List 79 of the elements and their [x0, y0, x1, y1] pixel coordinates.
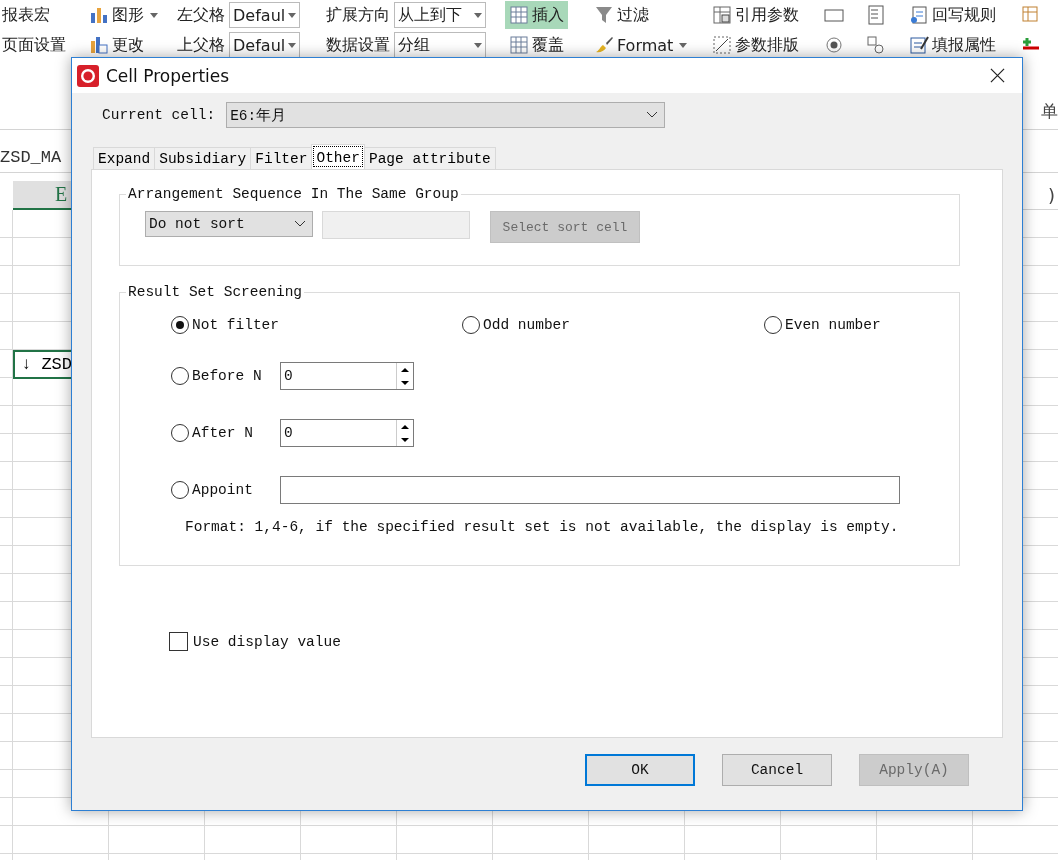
app-logo-icon [77, 64, 99, 87]
column-header[interactable]: ) [1047, 181, 1058, 210]
table-icon [509, 5, 530, 25]
table-icon [509, 35, 530, 55]
radio-button[interactable] [462, 316, 480, 334]
caret-icon [679, 42, 688, 48]
table-icon [1020, 5, 1041, 25]
caret-icon [288, 42, 297, 48]
ribbon-button[interactable]: 引用参数 [707, 1, 803, 29]
spin-down-icon[interactable] [400, 436, 410, 443]
dialog-title: Cell Properties [106, 65, 230, 86]
radio-button[interactable] [171, 424, 189, 442]
sort-cell-field[interactable] [322, 211, 470, 239]
radio-icon [824, 35, 844, 55]
chevron-down-icon [646, 111, 659, 119]
ribbon-button[interactable]: Format [590, 31, 692, 59]
dialog-button[interactable]: OK [585, 754, 695, 786]
caret-icon [288, 12, 297, 18]
layout-icon [711, 35, 732, 55]
radio-label[interactable]: Before N [192, 368, 262, 384]
close-icon[interactable] [990, 68, 1005, 83]
number-spinner[interactable]: 0 [280, 419, 414, 447]
ribbon-label: 上父格 [177, 34, 226, 56]
tab[interactable]: Page attribute [363, 147, 496, 169]
appoint-field[interactable] [280, 476, 900, 504]
radio-label[interactable]: After N [192, 425, 253, 441]
radio-label[interactable]: Even number [785, 317, 881, 333]
group-legend: Arrangement Sequence In The Same Group [126, 185, 461, 203]
ribbon-dropdown[interactable]: 从上到下 [394, 2, 487, 28]
spin-up-icon[interactable] [400, 423, 410, 430]
number-spinner[interactable]: 0 [280, 362, 414, 390]
ribbon-button[interactable]: 填报属性 [904, 31, 1000, 59]
tab[interactable]: Subsidiary [154, 147, 252, 169]
radio-label[interactable]: Odd number [483, 317, 570, 333]
ribbon-button[interactable]: 过滤 [590, 1, 653, 29]
name-box[interactable]: ZSD_MA [0, 135, 62, 167]
radio-label[interactable]: Appoint [192, 482, 253, 498]
format-note: Format: 1,4-6, if the specified result set is not available, the display is empty. [185, 519, 900, 535]
radio-button[interactable] [171, 316, 189, 334]
ribbon-label: 左父格 [177, 4, 226, 26]
list-icon [866, 5, 886, 25]
ribbon-dropdown[interactable]: Defaul [229, 2, 301, 28]
current-cell-select[interactable]: E6:年月 [226, 102, 666, 128]
funnel-icon [594, 5, 614, 25]
ribbon-label: 数据设置 [326, 34, 391, 56]
edit-chart-icon [88, 35, 109, 55]
caret-icon [474, 12, 483, 18]
spin-down-icon[interactable] [400, 379, 410, 386]
ribbon-label[interactable]: 页面设置 [2, 34, 66, 56]
caret-icon [149, 12, 158, 18]
brush-icon [594, 35, 614, 55]
spin-up-icon[interactable] [400, 366, 410, 373]
table-icon [711, 5, 732, 25]
tab[interactable]: Expand [93, 147, 156, 169]
form-icon [908, 35, 929, 55]
ribbon-button[interactable]: 更改 [84, 31, 148, 59]
ribbon-label: 扩展方向 [326, 4, 391, 26]
shapes-icon [866, 35, 886, 55]
current-cell-label: Current cell: [102, 107, 216, 123]
bar-chart-icon [88, 5, 109, 25]
radio-button[interactable] [764, 316, 782, 334]
ribbon-button[interactable]: 参数排版 [707, 31, 803, 59]
ribbon-button[interactable]: 回写规则 [904, 1, 1000, 29]
chevron-down-icon [294, 220, 306, 228]
ribbon-button[interactable]: 插入 [505, 1, 569, 29]
ribbon-group-label: 单 [1041, 101, 1058, 121]
sort-select[interactable]: Do not sort [145, 211, 313, 237]
document-icon [908, 5, 929, 25]
caret-icon [474, 42, 483, 48]
radio-button[interactable] [171, 481, 189, 499]
checkbox-label[interactable]: Use display value [193, 633, 341, 650]
ribbon-button[interactable]: 图形 [84, 1, 162, 29]
checkbox[interactable] [169, 632, 188, 651]
tab[interactable]: Other [311, 144, 365, 169]
group-legend: Result Set Screening [126, 283, 305, 301]
radio-button[interactable] [171, 367, 189, 385]
ribbon-label[interactable]: 报表宏 [2, 4, 50, 26]
radio-label[interactable]: Not filter [192, 317, 279, 333]
dialog-button[interactable]: Cancel [722, 754, 832, 786]
